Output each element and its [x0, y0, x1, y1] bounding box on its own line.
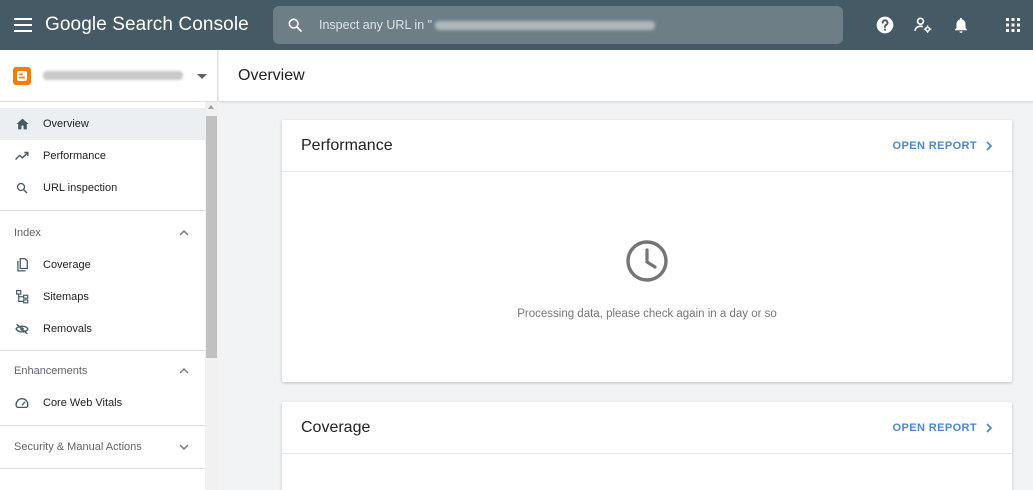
- sidebar-item-removals[interactable]: Removals: [0, 313, 205, 345]
- sidebar-item-performance[interactable]: Performance: [0, 140, 205, 172]
- sidebar-item-label: Core Web Vitals: [43, 397, 123, 409]
- sidebar-item-label: Coverage: [43, 259, 91, 271]
- trending-icon: [15, 149, 29, 163]
- sidebar-item-url-inspection[interactable]: URL inspection: [0, 172, 205, 204]
- divider: [0, 210, 205, 211]
- url-inspection-search[interactable]: Inspect any URL in ": [273, 6, 843, 44]
- search-icon[interactable]: [273, 17, 317, 33]
- chevron-right-icon: [986, 140, 992, 151]
- chevron-up-icon: [179, 365, 189, 377]
- section-header-security-manual-actions[interactable]: Security & Manual Actions: [0, 426, 205, 468]
- sidebar-item-core-web-vitals[interactable]: Core Web Vitals: [0, 387, 205, 419]
- card-title: Performance: [301, 136, 393, 154]
- section-header-index[interactable]: Index: [0, 217, 205, 249]
- section-header-enhancements[interactable]: Enhancements: [0, 355, 205, 387]
- manage-users-icon[interactable]: [904, 0, 942, 50]
- app-title[interactable]: Google Search Console: [45, 14, 249, 36]
- sidebar-item-label: Performance: [43, 150, 106, 162]
- sidebar-item-label: URL inspection: [43, 182, 118, 194]
- processing-message: Processing data, please check again in a…: [517, 308, 777, 320]
- bell-icon[interactable]: [942, 0, 980, 50]
- card-body: Processing data, please check again in a…: [282, 172, 1012, 382]
- sidebar-item-label: Removals: [43, 323, 92, 335]
- divider: [0, 350, 205, 351]
- sidebar-item-sitemaps[interactable]: Sitemaps: [0, 281, 205, 313]
- apps-grid-icon[interactable]: [994, 0, 1032, 50]
- open-report-button[interactable]: OPEN REPORT: [893, 422, 992, 434]
- sidebar-item-label: Overview: [43, 118, 89, 130]
- card-header: Coverage OPEN REPORT: [282, 402, 1012, 454]
- copy-icon: [15, 258, 29, 272]
- search-input[interactable]: [317, 6, 843, 44]
- page-header: Overview: [219, 50, 1033, 102]
- search-icon: [15, 181, 29, 195]
- top-app-bar: Google Search Console Inspect any URL in…: [0, 0, 1033, 50]
- caret-down-icon[interactable]: [197, 67, 207, 85]
- open-report-button[interactable]: OPEN REPORT: [893, 140, 992, 152]
- card-title: Coverage: [301, 418, 371, 436]
- sitemap-icon: [15, 290, 29, 304]
- chevron-right-icon: [986, 422, 992, 433]
- page-title: Overview: [238, 66, 305, 84]
- menu-icon[interactable]: [1, 0, 45, 50]
- sidebar-nav: Overview Performance URL inspection Inde…: [0, 108, 205, 469]
- chevron-down-icon: [179, 441, 189, 453]
- sidebar-item-coverage[interactable]: Coverage: [0, 249, 205, 281]
- scroll-up-arrow-icon[interactable]: [208, 105, 214, 109]
- eye-off-icon: [15, 322, 29, 336]
- property-name-blurred: [43, 71, 183, 80]
- home-icon: [15, 117, 29, 131]
- help-icon[interactable]: [866, 0, 904, 50]
- chevron-up-icon: [179, 227, 189, 239]
- blogger-icon: [13, 66, 31, 85]
- coverage-card: Coverage OPEN REPORT: [282, 402, 1012, 490]
- divider: [0, 468, 205, 469]
- sidebar-item-label: Sitemaps: [43, 291, 89, 303]
- speedometer-icon: [15, 396, 29, 410]
- sidebar-item-overview[interactable]: Overview: [0, 108, 205, 140]
- clock-icon: [625, 239, 669, 288]
- performance-card: Performance OPEN REPORT Processing data,…: [282, 120, 1012, 382]
- sidebar: Overview Performance URL inspection Inde…: [0, 50, 218, 490]
- property-selector[interactable]: [0, 50, 218, 102]
- scroll-thumb[interactable]: [206, 116, 217, 358]
- card-header: Performance OPEN REPORT: [282, 120, 1012, 172]
- top-actions: [866, 0, 1033, 50]
- sidebar-scrollbar[interactable]: [205, 102, 218, 490]
